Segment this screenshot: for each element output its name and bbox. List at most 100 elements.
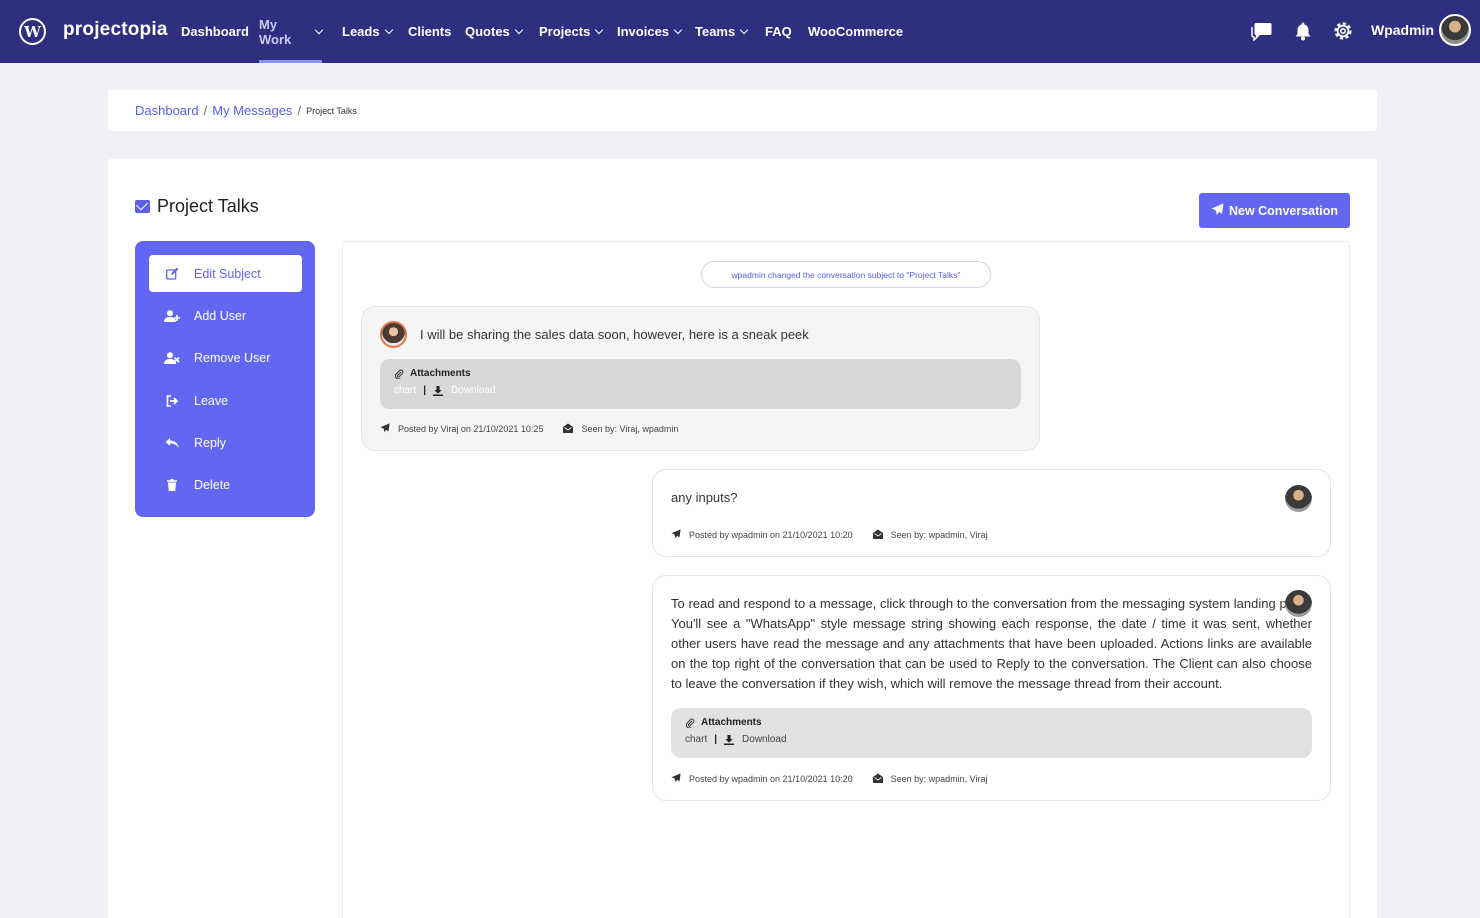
envelope-open-icon [135,200,150,213]
user-avatar[interactable] [1439,14,1471,46]
download-icon [433,385,444,396]
envelope-open-icon [563,423,574,435]
paperclip-icon [685,718,695,728]
chevron-down-icon [514,25,524,34]
gear-icon[interactable] [1332,20,1354,42]
edit-icon [164,267,180,280]
paper-plane-icon [671,773,681,785]
chevron-down-icon [739,25,749,34]
conversation-card: Project Talks New Conversation Edit Subj… [108,159,1377,918]
system-note: wpadmin changed the conversation subject… [701,261,991,288]
nav-label: Quotes [465,24,510,39]
download-link[interactable]: Download [433,385,496,396]
breadcrumb-separator: / [203,103,208,118]
chevron-down-icon [384,25,393,34]
nav-item-teams[interactable]: Teams [695,0,749,63]
action-edit-subject[interactable]: Edit Subject [149,255,302,292]
action-add-user[interactable]: Add User [149,297,302,334]
message-text: any inputs? [671,490,738,505]
download-label: Download [451,385,496,396]
nav-item-my-work[interactable]: My Work [259,0,324,63]
chat-icon[interactable] [1251,20,1273,42]
message-bubble: To read and respond to a message, click … [652,575,1331,801]
wordpress-logo-icon[interactable]: W [19,18,46,45]
chevron-down-icon [673,25,683,34]
attachments-box: Attachments chart | Download [380,359,1021,409]
bell-icon[interactable] [1292,20,1314,42]
attachment-name: chart [394,385,417,396]
breadcrumb-dashboard[interactable]: Dashboard [135,103,199,118]
download-label: Download [742,734,787,745]
paper-plane-icon [671,529,681,541]
nav-label: Leads [342,24,380,39]
nav-item-faq[interactable]: FAQ [765,0,792,63]
nav-item-projects[interactable]: Projects [539,0,604,63]
separator: | [423,385,427,396]
nav-label: WooCommerce [808,24,904,39]
chevron-down-icon [595,25,604,34]
attachments-label: Attachments [701,717,762,728]
top-navigation-bar: W projectopia Dashboard My Work Leads Cl… [0,0,1480,63]
action-remove-user[interactable]: Remove User [149,339,302,376]
breadcrumb: Dashboard / My Messages / Project Talks [108,90,1377,131]
trash-icon [164,478,180,491]
user-remove-icon [164,351,180,364]
page-title: Project Talks [135,196,259,217]
new-conversation-button[interactable]: New Conversation [1199,193,1350,228]
action-label: Add User [194,308,247,323]
posted-by: Posted by wpadmin on 21/10/2021 10:20 [689,774,853,784]
attachments-title: Attachments [394,368,471,379]
sign-out-icon [164,394,180,407]
seen-by: Seen by: wpadmin, Viraj [890,774,988,784]
message-meta: Posted by wpadmin on 21/10/2021 10:20 Se… [671,773,988,785]
paper-plane-icon [380,423,390,435]
posted-by: Posted by Viraj on 21/10/2021 10:25 [398,424,544,434]
download-icon [724,734,735,745]
attachments-label: Attachments [410,368,471,379]
new-conversation-label: New Conversation [1228,203,1339,218]
nav-label: FAQ [765,24,792,39]
action-label: Remove User [194,350,271,365]
sender-avatar [1285,590,1312,617]
action-reply[interactable]: Reply [149,424,302,461]
paperclip-icon [394,369,404,379]
nav-item-clients[interactable]: Clients [408,0,451,63]
seen-by: Seen by: Viraj, wpadmin [581,424,679,434]
sender-avatar [1285,485,1312,512]
nav-label: Projects [539,24,591,39]
conversation-actions-panel: Edit Subject Add User Remove User Leave … [135,241,315,517]
brand-logo[interactable]: projectopia [63,19,168,41]
action-leave[interactable]: Leave [149,382,302,419]
message-meta: Posted by wpadmin on 21/10/2021 10:20 Se… [671,529,988,541]
page-title-text: Project Talks [157,196,259,216]
message-text: I will be sharing the sales data soon, h… [420,327,809,342]
attachment-name: chart [685,734,708,745]
seen-by: Seen by: wpadmin, Viraj [890,530,988,540]
nav-label: Clients [408,24,452,39]
breadcrumb-my-messages[interactable]: My Messages [212,103,292,118]
chevron-down-icon [314,25,324,34]
message-bubble: any inputs? Posted by wpadmin on 21/10/2… [652,469,1331,557]
nav-label: Dashboard [181,24,249,39]
action-label: Delete [194,477,231,492]
download-link[interactable]: Download [724,734,787,745]
attachments-box: Attachments chart | Download [671,708,1312,758]
nav-label: Invoices [617,24,670,39]
paper-plane-icon [1211,203,1224,219]
nav-item-dashboard[interactable]: Dashboard [181,0,249,63]
action-label: Leave [194,393,229,408]
nav-item-quotes[interactable]: Quotes [465,0,524,63]
action-delete[interactable]: Delete [149,466,302,503]
nav-label: My Work [259,16,292,47]
action-label: Edit Subject [194,266,261,281]
nav-item-invoices[interactable]: Invoices [617,0,683,63]
breadcrumb-separator: / [297,103,302,118]
user-name[interactable]: Wpadmin [1371,22,1434,38]
sender-avatar [380,321,407,348]
nav-item-leads[interactable]: Leads [342,0,393,63]
breadcrumb-current: Project Talks [306,105,357,116]
attachment-row: chart | Download [685,734,787,745]
nav-item-woocommerce[interactable]: WooCommerce [808,0,903,63]
action-label: Reply [194,435,226,450]
user-plus-icon [164,309,180,322]
